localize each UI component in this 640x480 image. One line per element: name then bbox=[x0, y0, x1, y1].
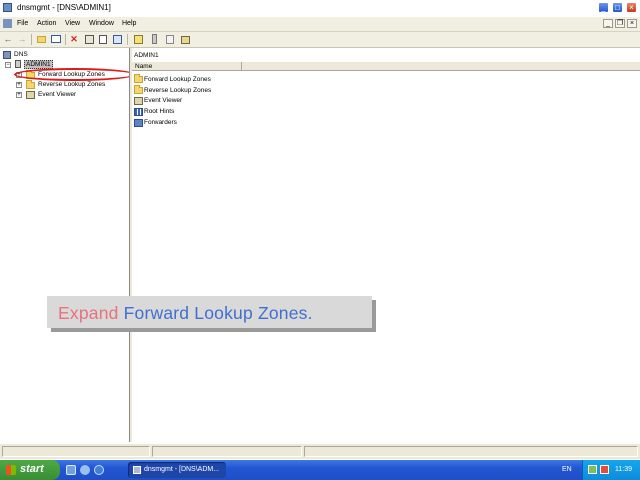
folder-icon bbox=[134, 85, 143, 94]
record-icon[interactable] bbox=[181, 36, 190, 44]
window-title-bar[interactable]: dnsmgmt - [DNS\ADMIN1] _ □ × bbox=[0, 0, 640, 16]
event-viewer-icon bbox=[26, 91, 35, 99]
pane-caption: ADMIN1 bbox=[134, 52, 159, 59]
dns-app-icon bbox=[133, 466, 141, 474]
tree-expander-reverse-lookup-zones[interactable]: + bbox=[16, 82, 22, 88]
internet-explorer-icon[interactable] bbox=[80, 465, 90, 475]
forwarders-icon bbox=[134, 119, 143, 127]
server-icon[interactable] bbox=[152, 34, 157, 44]
status-cell bbox=[304, 446, 638, 457]
instruction-text: Expand Forward Lookup Zones. bbox=[58, 303, 313, 324]
dns-app-icon[interactable] bbox=[3, 3, 12, 12]
zone-icon[interactable] bbox=[166, 35, 174, 44]
server-icon bbox=[15, 60, 21, 68]
taskbar-button-label: dnsmgmt - [DNS\ADM... bbox=[144, 466, 220, 473]
toolbar-separator bbox=[31, 34, 32, 45]
instruction-verb: Expand bbox=[58, 303, 119, 323]
dns-icon bbox=[3, 51, 11, 59]
console-tree[interactable]: DNS − ADMIN1 + Forward Lookup Zones + Re… bbox=[0, 48, 130, 442]
windows-logo-icon bbox=[6, 465, 16, 475]
start-button[interactable]: start bbox=[0, 460, 60, 480]
forward-icon[interactable]: → bbox=[17, 34, 27, 44]
menu-window[interactable]: Window bbox=[89, 20, 114, 27]
instruction-callout: Expand Forward Lookup Zones. bbox=[47, 296, 372, 328]
show-tree-icon[interactable] bbox=[51, 35, 61, 43]
tree-item-dns[interactable]: DNS bbox=[14, 51, 28, 58]
system-tray: 11:39 bbox=[582, 460, 640, 480]
delete-icon[interactable]: ✕ bbox=[69, 34, 79, 44]
minimize-button[interactable]: _ bbox=[598, 2, 609, 13]
security-alert-icon[interactable] bbox=[600, 465, 609, 474]
maximize-button[interactable]: □ bbox=[612, 2, 623, 13]
start-label: start bbox=[20, 463, 44, 475]
menu-action[interactable]: Action bbox=[37, 20, 56, 27]
tree-expander-admin1[interactable]: − bbox=[5, 62, 11, 68]
refresh-icon[interactable] bbox=[99, 35, 107, 44]
taskbar-button-dnsmgmt[interactable]: dnsmgmt - [DNS\ADM... bbox=[128, 462, 226, 478]
list-item-forwarders[interactable]: Forwarders bbox=[144, 119, 177, 126]
tree-expander-event-viewer[interactable]: + bbox=[16, 92, 22, 98]
window-title: dnsmgmt - [DNS\ADMIN1] bbox=[17, 3, 111, 12]
media-player-icon[interactable] bbox=[94, 465, 104, 475]
list-item-reverse-lookup-zones[interactable]: Reverse Lookup Zones bbox=[144, 87, 211, 94]
up-icon[interactable] bbox=[37, 36, 46, 43]
console-menu-icon[interactable] bbox=[3, 19, 12, 28]
column-header-name[interactable]: Name bbox=[132, 62, 242, 71]
status-bar bbox=[0, 443, 640, 459]
menu-file[interactable]: File bbox=[17, 20, 28, 27]
menu-view[interactable]: View bbox=[65, 20, 80, 27]
taskbar: start dnsmgmt - [DNS\ADM... EN 11:39 bbox=[0, 460, 640, 480]
status-cell bbox=[2, 446, 150, 457]
column-header-row: Name bbox=[132, 62, 640, 71]
language-indicator[interactable]: EN bbox=[562, 466, 572, 473]
mdi-minimize-button[interactable]: _ bbox=[603, 19, 613, 28]
close-button[interactable]: × bbox=[626, 2, 637, 13]
event-viewer-icon bbox=[134, 97, 143, 105]
toolbar-separator bbox=[65, 34, 66, 45]
list-item-root-hints[interactable]: Root Hints bbox=[144, 108, 174, 115]
export-icon[interactable] bbox=[113, 35, 122, 44]
mdi-restore-button[interactable]: ❐ bbox=[615, 19, 625, 28]
clock[interactable]: 11:39 bbox=[615, 466, 632, 473]
instruction-target: Forward Lookup Zones. bbox=[123, 303, 313, 323]
show-desktop-icon[interactable] bbox=[66, 465, 76, 475]
help-icon[interactable] bbox=[134, 35, 143, 44]
status-cell bbox=[152, 446, 302, 457]
menu-bar: File Action View Window Help _ ❐ × bbox=[0, 17, 640, 32]
toolbar: ← → ✕ bbox=[0, 32, 640, 48]
tree-item-reverse-lookup-zones[interactable]: Reverse Lookup Zones bbox=[38, 81, 105, 88]
details-pane[interactable]: ADMIN1 Name Forward Lookup Zones Reverse… bbox=[132, 48, 640, 442]
toolbar-separator bbox=[127, 34, 128, 45]
root-hints-icon bbox=[134, 108, 143, 116]
folder-icon bbox=[134, 74, 143, 83]
tree-item-event-viewer[interactable]: Event Viewer bbox=[38, 91, 76, 98]
back-icon[interactable]: ← bbox=[3, 34, 13, 44]
list-item-forward-lookup-zones[interactable]: Forward Lookup Zones bbox=[144, 76, 211, 83]
folder-icon bbox=[26, 80, 35, 89]
properties-icon[interactable] bbox=[85, 35, 94, 44]
network-icon[interactable] bbox=[588, 465, 597, 474]
highlight-ring bbox=[14, 68, 135, 81]
menu-help[interactable]: Help bbox=[122, 20, 136, 27]
mdi-close-button[interactable]: × bbox=[627, 19, 637, 28]
list-item-event-viewer[interactable]: Event Viewer bbox=[144, 97, 182, 104]
